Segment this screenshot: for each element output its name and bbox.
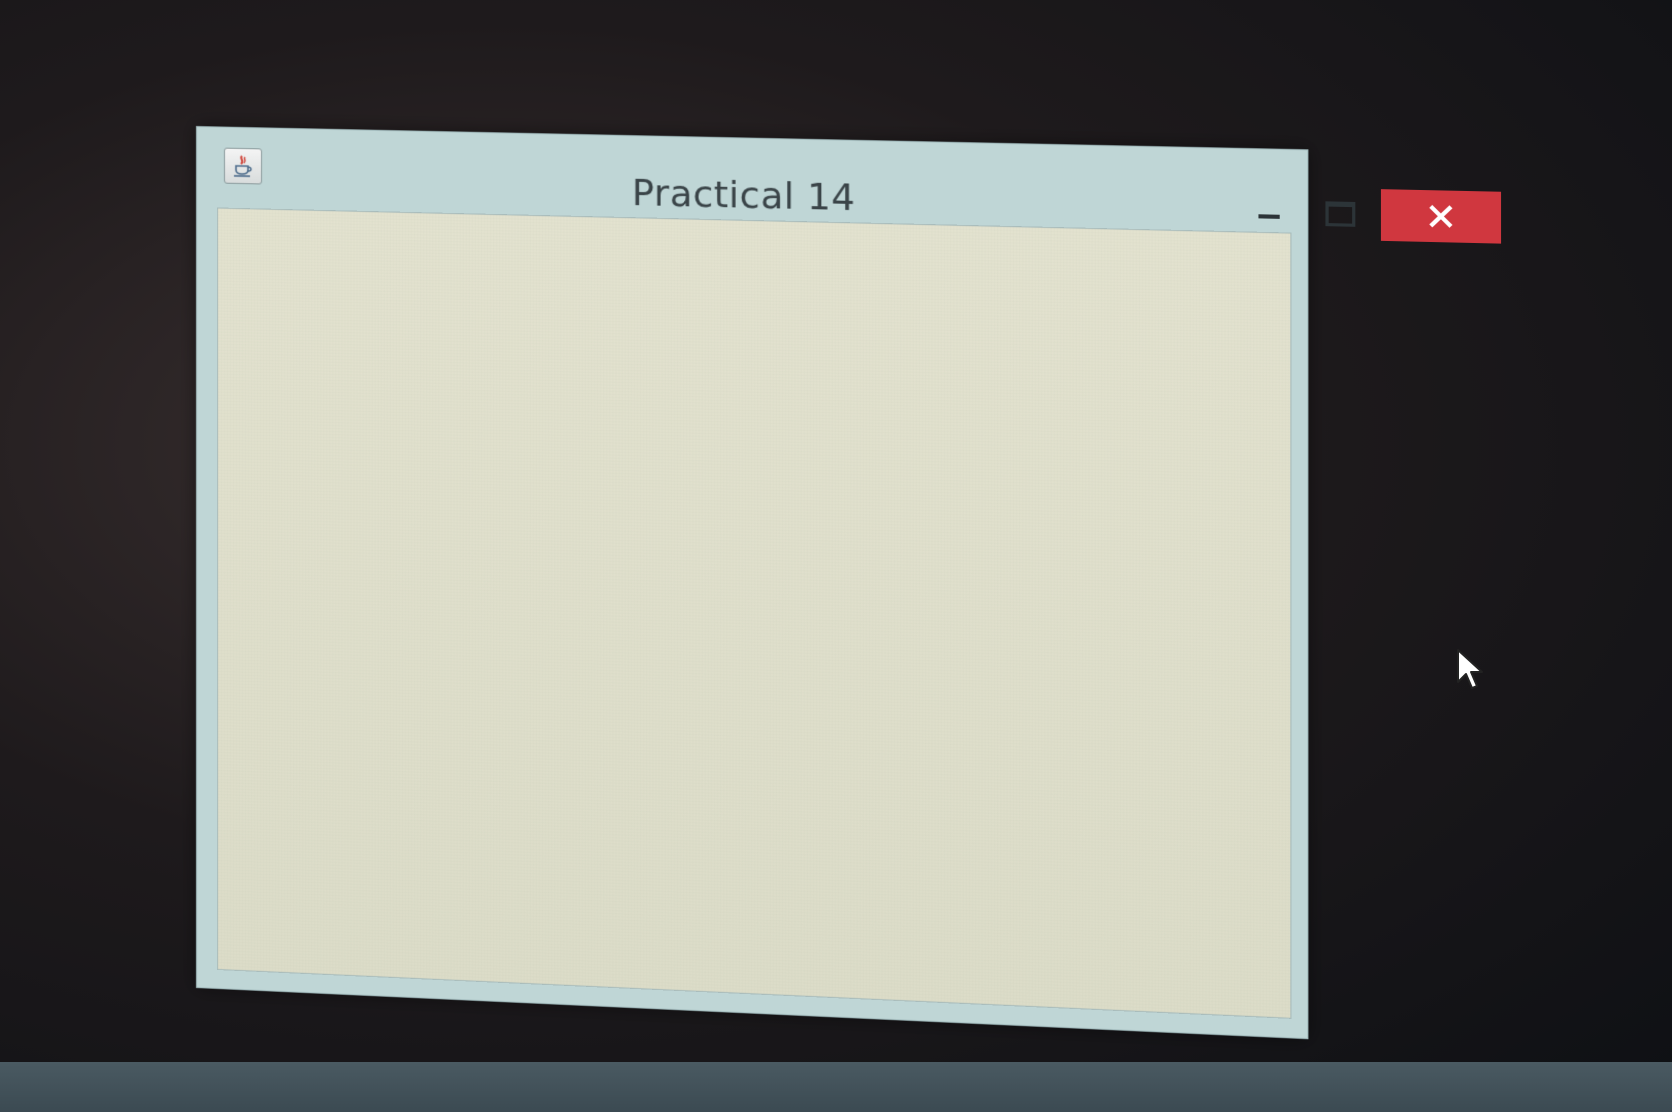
maximize-button[interactable] <box>1311 188 1371 241</box>
minimize-icon <box>1258 214 1280 219</box>
taskbar <box>0 1062 1672 1112</box>
close-icon <box>1427 203 1455 231</box>
desktop: Practical 14 <box>0 0 1672 1112</box>
close-button[interactable] <box>1380 189 1502 244</box>
app-window: Practical 14 <box>196 126 1502 1040</box>
maximize-icon <box>1325 201 1356 227</box>
window-content-area[interactable] <box>216 207 1292 1019</box>
arrow-cursor-icon <box>1457 649 1483 689</box>
